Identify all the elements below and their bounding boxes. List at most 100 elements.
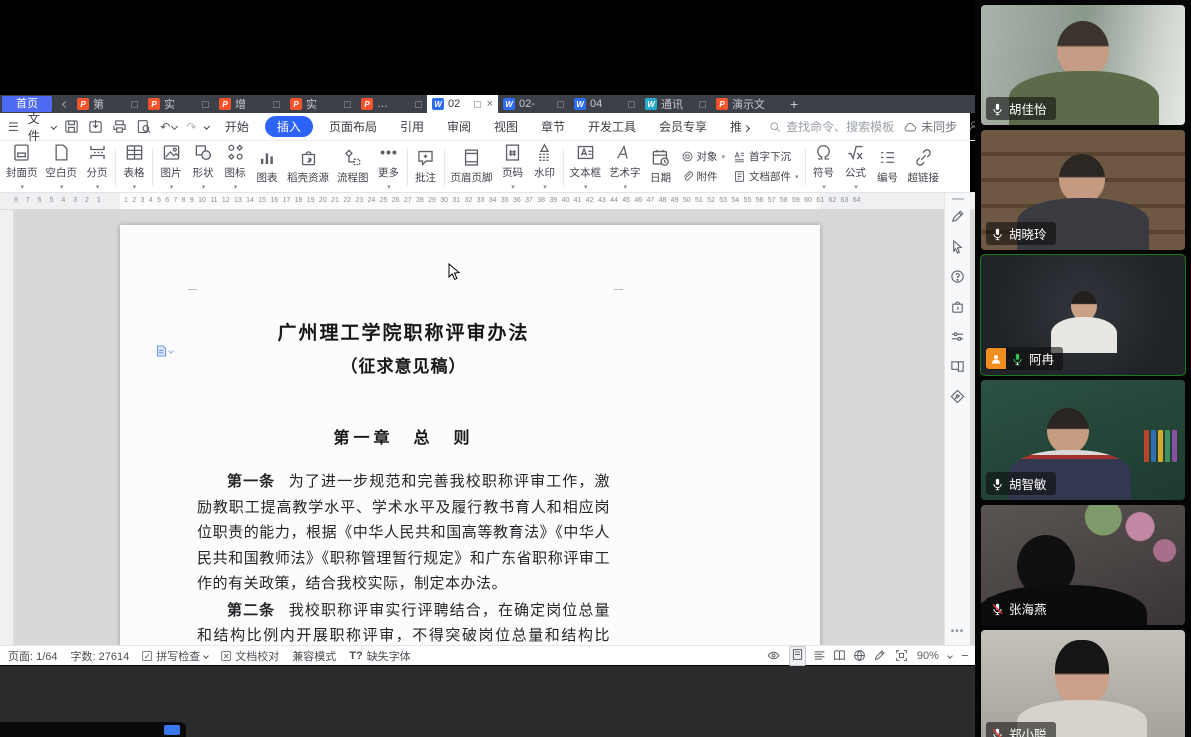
hamburger-menu-icon[interactable]: ☰ [8,120,19,134]
symbol-button[interactable]: 符号 [808,143,840,191]
quick-access-more-icon[interactable] [204,123,210,129]
screen-share-overlay-bar[interactable] [0,722,186,737]
web-view-button[interactable] [853,649,866,662]
document-parts-button[interactable]: 文档部件 [733,169,799,184]
sync-status[interactable]: 未同步 [903,118,957,135]
undo-icon[interactable]: ↶ [160,120,177,134]
header-footer-button[interactable]: 页眉页脚 [447,148,497,185]
participant-tile-6[interactable]: 郑小聪 [981,630,1185,737]
docer-store-icon[interactable] [950,299,965,314]
document-tab-9[interactable]: W通讯 [640,95,711,113]
watermark-button[interactable]: 水印 [529,143,561,191]
blank-page-button[interactable]: 空白页 [42,143,82,191]
document-page[interactable]: 广州理工学院职称评审办法 （征求意见稿） 第一章 总 则 第一条为了进一步规范和… [120,225,820,645]
attachment-button[interactable]: 附件 [681,169,726,184]
drop-cap-button[interactable]: 首字下沉 [733,149,799,164]
print-preview-icon[interactable] [136,119,151,134]
strip-drag-handle[interactable] [952,198,964,200]
object-button[interactable]: 对象 [681,149,726,164]
chart-button[interactable]: 图表 [251,148,283,185]
strip-more-icon[interactable]: ••• [945,626,970,637]
participant-tile-5[interactable]: 张海燕 [981,505,1185,625]
menu-item-review[interactable]: 审阅 [440,116,478,137]
menu-item-dev-tools[interactable]: 开发工具 [581,116,643,137]
more-insert-button[interactable]: 更多 [373,143,405,191]
smart-tag-icon[interactable] [156,345,173,357]
word-art-button[interactable]: 艺术字 [605,143,645,191]
fit-page-icon[interactable] [895,649,908,662]
formula-button[interactable]: 公式 [840,143,872,191]
proofread-button[interactable]: ✕文档校对 [221,648,279,664]
menu-item-insert[interactable]: 插入 [265,116,313,137]
spell-check-toggle[interactable]: ✓拼写检查 [142,648,208,664]
save-icon[interactable] [64,119,79,134]
document-tab-1[interactable]: P第 [72,95,143,113]
document-tab-5[interactable]: P… [356,95,427,113]
vertical-ruler[interactable] [0,210,14,645]
redo-icon[interactable]: ↷ [186,120,196,134]
help-icon[interactable] [950,269,965,284]
pen-tools-button[interactable] [873,649,886,662]
zoom-out-button[interactable]: − [961,648,969,663]
flowchart-button[interactable]: 流程图 [333,148,373,185]
table-button[interactable]: 表格 [118,143,150,191]
numbering-button[interactable]: 编号 [872,148,904,185]
document-tab-2[interactable]: P实 [143,95,214,113]
icon-library-button[interactable]: 图标 [219,143,251,191]
file-menu[interactable]: 文件 [28,110,43,144]
print-icon[interactable] [112,119,127,134]
participant-tile-4[interactable]: 胡智敏 [981,380,1185,500]
edit-pen-icon[interactable] [950,209,965,224]
page-number-button[interactable]: 页码 [497,143,529,191]
menu-item-section[interactable]: 章节 [534,116,572,137]
new-tab-button[interactable]: + [790,96,798,112]
zoom-preset-chevron-icon[interactable] [947,653,953,659]
document-tab-3[interactable]: P增 [214,95,285,113]
document-canvas[interactable]: 广州理工学院职称评审办法 （征求意见稿） 第一章 总 则 第一条为了进一步规范和… [0,210,1108,645]
document-tab-4[interactable]: P实 [285,95,356,113]
close-tab-icon[interactable]: × [487,98,493,110]
read-mode-icon[interactable] [950,359,965,374]
page-indicator[interactable]: 页面: 1/64 [8,648,58,664]
tab-scroll-left-icon[interactable] [58,102,72,107]
file-menu-chevron-icon[interactable] [51,123,57,129]
hyperlink-button[interactable]: 超链接 [904,148,944,185]
comment-button[interactable]: 批注 [410,148,442,185]
participant-tile-1[interactable]: 胡佳怡 [981,5,1185,125]
shape-button[interactable]: 形状 [187,143,219,191]
page-view-mode-button[interactable] [789,646,806,666]
settings-sliders-icon[interactable] [950,329,965,344]
missing-font-button[interactable]: T?缺失字体 [349,648,410,664]
document-text[interactable]: 广州理工学院职称评审办法 （征求意见稿） 第一章 总 则 第一条为了进一步规范和… [197,285,610,645]
picture-button[interactable]: 图片 [155,143,187,191]
cover-page-button[interactable]: 封面页 [2,143,42,191]
navigation-icon[interactable] [950,389,965,404]
document-tab-7[interactable]: W02- [498,95,569,113]
eye-protection-icon[interactable] [767,649,780,662]
participant-tile-2[interactable]: 胡晓玲 [981,130,1185,250]
participant-tile-active-speaker[interactable]: 阿冉 [981,255,1185,375]
comment-icon [416,148,435,167]
menu-item-view[interactable]: 视图 [487,116,525,137]
text-box-button[interactable]: 文本框 [566,143,606,191]
select-cursor-icon[interactable] [950,239,965,254]
command-search[interactable]: 查找命令、搜索模板 [769,118,894,135]
menu-item-member[interactable]: 会员专享 [652,116,714,137]
menu-item-promo[interactable]: 推 [723,116,756,137]
date-button[interactable]: 日期 [645,148,677,185]
menu-item-references[interactable]: 引用 [393,116,431,137]
outline-view-button[interactable] [813,649,826,662]
document-tab-active[interactable]: W02× [427,95,498,113]
menu-item-start[interactable]: 开始 [218,116,256,137]
book-view-button[interactable] [833,649,846,662]
export-icon[interactable] [88,119,103,134]
page-break-button[interactable]: 分页 [81,143,113,191]
compatibility-mode-label[interactable]: 兼容模式 [292,648,336,664]
docer-resources-button[interactable]: 稻壳资源 [283,148,333,185]
word-count[interactable]: 字数: 27614 [71,648,130,664]
document-tab-8[interactable]: W04 [569,95,640,113]
document-tab-10[interactable]: P演示文 [711,95,782,113]
horizontal-ruler[interactable]: 8 7 6 5 4 3 2 1 1 2 3 4 5 6 7 8 9 10 11 … [0,193,1108,210]
zoom-level[interactable]: 90% [917,650,939,662]
menu-item-page-layout[interactable]: 页面布局 [322,116,384,137]
